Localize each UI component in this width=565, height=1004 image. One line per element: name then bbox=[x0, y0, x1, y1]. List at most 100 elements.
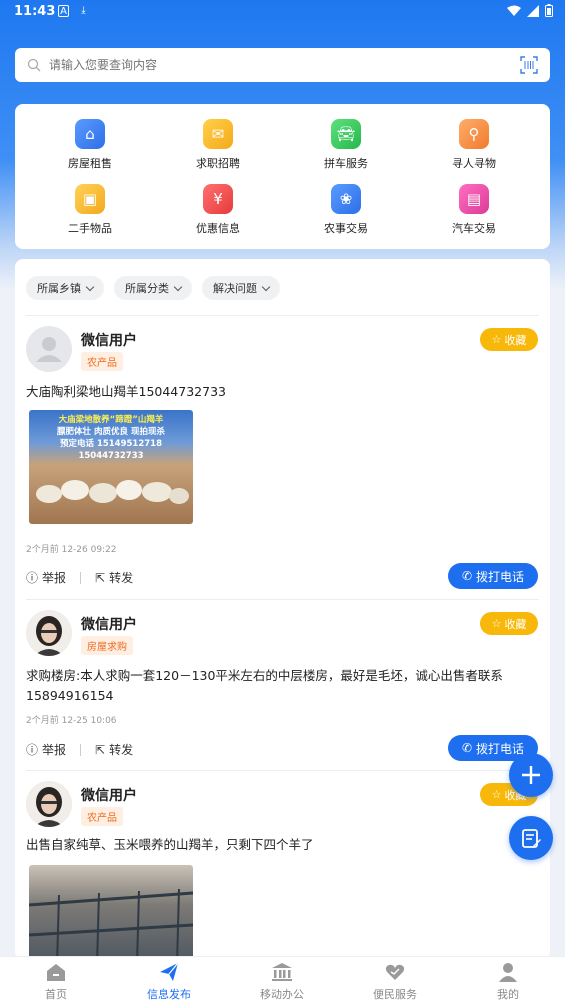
wifi-icon bbox=[507, 5, 521, 16]
star-icon: ☆ bbox=[491, 333, 502, 346]
avatar[interactable] bbox=[26, 610, 72, 656]
post-time: 2个月前 12-25 10:06 bbox=[26, 716, 117, 726]
post-time: 2个月前 12-26 09:22 bbox=[26, 545, 117, 555]
filter-township[interactable]: 所属乡镇 bbox=[26, 276, 104, 300]
post-text: 出售自家纯草、玉米喂养的山羯羊，只剩下四个羊了 bbox=[26, 837, 314, 852]
share-button[interactable]: ⇱ 转发 bbox=[95, 569, 133, 586]
call-label: 拨打电话 bbox=[476, 569, 525, 584]
post-text: 求购楼房:本人求购一套120－130平米左右的中层楼房，最好是毛坯，诚心出售者联… bbox=[26, 668, 503, 703]
call-label: 拨打电话 bbox=[476, 741, 525, 756]
note-edit-icon bbox=[522, 829, 541, 848]
category-car-trade[interactable]: ▤ 汽车交易 bbox=[414, 184, 534, 236]
filter-bar: 所属乡镇 所属分类 解决问题 bbox=[26, 276, 280, 300]
divider bbox=[26, 770, 539, 771]
divider bbox=[80, 743, 82, 756]
notification-a-icon: A bbox=[58, 5, 69, 17]
category-label: 农事交易 bbox=[324, 222, 368, 235]
heart-hand-icon bbox=[385, 964, 405, 980]
share-label: 转发 bbox=[109, 743, 134, 757]
bank-icon bbox=[272, 963, 292, 981]
box-icon: ▣ bbox=[75, 184, 105, 214]
filter-issue[interactable]: 解决问题 bbox=[202, 276, 280, 300]
divider bbox=[80, 571, 82, 584]
category-carpool[interactable]: 🚘︎ 拼车服务 bbox=[286, 119, 406, 171]
favorite-button[interactable]: ☆ 收藏 bbox=[480, 328, 538, 351]
user-name: 微信用户 bbox=[81, 333, 137, 349]
alert-icon: ⓘ bbox=[26, 571, 39, 585]
add-post-button[interactable] bbox=[509, 753, 553, 797]
category-label: 房屋租售 bbox=[68, 157, 112, 170]
bag-icon: ✉ bbox=[203, 119, 233, 149]
share-button[interactable]: ⇱ 转发 bbox=[95, 741, 133, 758]
download-icon: ⤓ bbox=[81, 5, 86, 16]
share-icon: ⇱ bbox=[95, 742, 106, 757]
bus-icon: ▤ bbox=[459, 184, 489, 214]
scan-icon[interactable] bbox=[520, 56, 538, 74]
report-label: 举报 bbox=[42, 571, 67, 585]
post-image[interactable] bbox=[29, 865, 193, 959]
category-tag: 房屋求购 bbox=[81, 636, 133, 655]
post-text: 大庙陶利梁地山羯羊15044732733 bbox=[26, 384, 226, 399]
post-actions: ⓘ 举报 ⇱ 转发 bbox=[26, 569, 133, 586]
phone-icon: ✆ bbox=[461, 569, 473, 583]
report-button[interactable]: ⓘ 举报 bbox=[26, 569, 66, 586]
my-posts-button[interactable] bbox=[509, 816, 553, 860]
report-button[interactable]: ⓘ 举报 bbox=[26, 741, 66, 758]
category-jobs[interactable]: ✉ 求职招聘 bbox=[158, 119, 278, 171]
tab-home[interactable]: 首页 bbox=[16, 961, 96, 1002]
tab-office[interactable]: 移动办公 bbox=[242, 961, 322, 1002]
category-label: 优惠信息 bbox=[196, 222, 240, 235]
post-image[interactable]: 大庙梁地散养“蹄蹬”山羯羊 膘肥体壮 肉质优良 现拍现杀 预定电话 151495… bbox=[29, 410, 193, 524]
divider bbox=[26, 599, 539, 600]
share-label: 转发 bbox=[109, 571, 134, 585]
category-grid: ⌂ 房屋租售 ✉ 求职招聘 🚘︎ 拼车服务 ⚲ 寻人寻物 ▣ 二手物品 ¥ 优惠… bbox=[15, 104, 550, 249]
avatar[interactable] bbox=[26, 781, 72, 827]
tab-label: 我的 bbox=[497, 988, 519, 1001]
category-label: 汽车交易 bbox=[452, 222, 496, 235]
category-tag: 农产品 bbox=[81, 352, 123, 371]
user-photo bbox=[26, 781, 72, 827]
alert-icon: ⓘ bbox=[26, 743, 39, 757]
category-lost-found[interactable]: ⚲ 寻人寻物 bbox=[414, 119, 534, 171]
category-discount[interactable]: ¥ 优惠信息 bbox=[158, 184, 278, 236]
pen-illustration bbox=[29, 888, 193, 959]
status-bar: 11:43 A ⤓ bbox=[0, 0, 565, 24]
favorite-button[interactable]: ☆ 收藏 bbox=[480, 612, 538, 635]
category-house[interactable]: ⌂ 房屋租售 bbox=[30, 119, 150, 171]
user-name: 微信用户 bbox=[81, 617, 137, 633]
tab-publish[interactable]: 信息发布 bbox=[129, 961, 209, 1002]
battery-icon bbox=[545, 4, 553, 17]
tab-label: 首页 bbox=[45, 988, 67, 1001]
favorite-label: 收藏 bbox=[504, 333, 527, 347]
user-photo bbox=[26, 610, 72, 656]
tab-mine[interactable]: 我的 bbox=[468, 961, 548, 1002]
user-icon bbox=[499, 963, 517, 982]
share-icon: ⇱ bbox=[95, 570, 106, 585]
category-label: 拼车服务 bbox=[324, 157, 368, 170]
category-farm[interactable]: ❀ 农事交易 bbox=[286, 184, 406, 236]
phone-icon: ✆ bbox=[461, 741, 473, 755]
avatar[interactable] bbox=[26, 326, 72, 372]
send-icon bbox=[160, 962, 179, 981]
report-label: 举报 bbox=[42, 743, 67, 757]
category-label: 二手物品 bbox=[68, 222, 112, 235]
call-button[interactable]: ✆ 拨打电话 bbox=[448, 563, 538, 589]
search-bar[interactable] bbox=[15, 48, 550, 82]
star-icon: ☆ bbox=[491, 617, 502, 630]
search-person-icon: ⚲ bbox=[459, 119, 489, 149]
post-actions: ⓘ 举报 ⇱ 转发 bbox=[26, 741, 133, 758]
post-list: 所属乡镇 所属分类 解决问题 微信用户 农产品 ☆ 收藏 大庙陶利梁地山羯羊150… bbox=[15, 259, 550, 959]
house-icon: ⌂ bbox=[75, 119, 105, 149]
filter-category[interactable]: 所属分类 bbox=[114, 276, 192, 300]
car-icon: 🚘︎ bbox=[331, 119, 361, 149]
tab-label: 便民服务 bbox=[373, 988, 417, 1001]
tab-services[interactable]: 便民服务 bbox=[355, 961, 435, 1002]
tab-label: 信息发布 bbox=[147, 988, 191, 1001]
search-input[interactable] bbox=[49, 58, 489, 72]
category-label: 求职招聘 bbox=[196, 157, 240, 170]
tab-label: 移动办公 bbox=[260, 988, 304, 1001]
category-secondhand[interactable]: ▣ 二手物品 bbox=[30, 184, 150, 236]
sheep-illustration bbox=[36, 480, 189, 504]
farm-icon: ❀ bbox=[331, 184, 361, 214]
divider bbox=[26, 315, 539, 316]
